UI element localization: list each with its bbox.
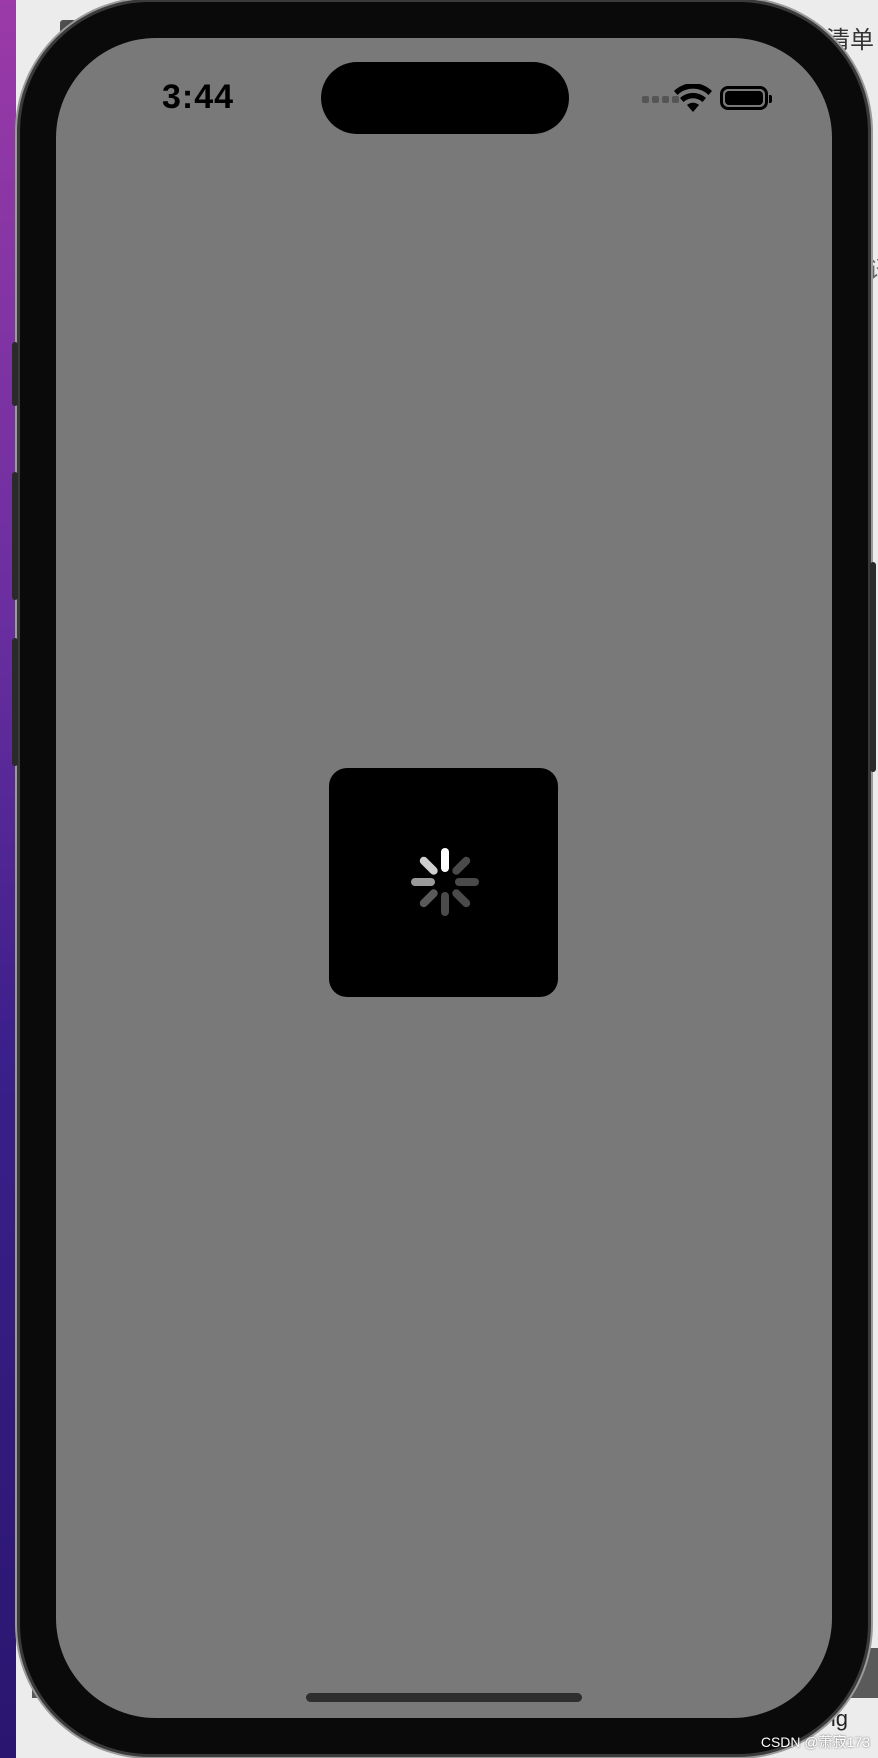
- activity-spinner-icon: [411, 848, 479, 916]
- status-time: 3:44: [162, 78, 235, 116]
- desktop-wallpaper: [0, 0, 16, 1758]
- iphone-simulator-frame: 3:44 Show Modal: [12, 2, 876, 1754]
- dynamic-island: [321, 62, 569, 134]
- loading-hud: [329, 768, 558, 997]
- action-button: [12, 342, 18, 406]
- home-indicator[interactable]: [306, 1693, 582, 1702]
- device-screen: 3:44 Show Modal: [56, 38, 832, 1718]
- volume-up-button: [12, 472, 18, 600]
- wifi-icon: [674, 84, 712, 112]
- watermark: CSDN @萧寂173: [760, 1734, 870, 1750]
- battery-icon: [720, 86, 772, 110]
- volume-down-button: [12, 638, 18, 766]
- power-button: [870, 562, 876, 772]
- background-side-text: 诏: [868, 250, 878, 285]
